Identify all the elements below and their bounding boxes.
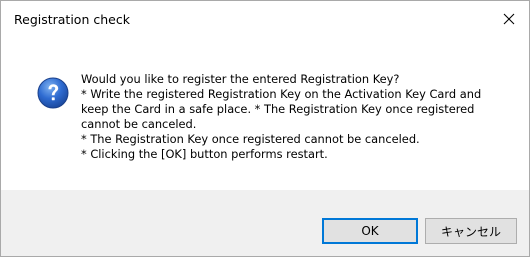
question-icon bbox=[37, 77, 69, 109]
message-line: * Write the registered Registration Key … bbox=[81, 87, 482, 101]
close-button[interactable] bbox=[489, 1, 529, 37]
message-text: Would you like to register the entered R… bbox=[81, 72, 521, 162]
title-bar[interactable]: Registration check bbox=[1, 1, 529, 37]
cancel-button[interactable]: キャンセル bbox=[425, 218, 517, 244]
message-line: cannot be canceled. bbox=[81, 117, 197, 131]
dialog-title: Registration check bbox=[14, 12, 130, 27]
message-line: * Clicking the [OK] button performs rest… bbox=[81, 147, 328, 161]
close-icon bbox=[503, 13, 515, 25]
message-line: * The Registration Key once registered c… bbox=[81, 132, 420, 146]
message-line: keep the Card in a safe place. * The Reg… bbox=[81, 102, 475, 116]
message-line: Would you like to register the entered R… bbox=[81, 72, 400, 86]
button-bar: OK キャンセル bbox=[1, 190, 529, 256]
registration-check-dialog: Registration check Would you like to reg… bbox=[0, 0, 530, 257]
ok-button[interactable]: OK bbox=[322, 218, 418, 244]
dialog-content: Would you like to register the entered R… bbox=[1, 37, 529, 190]
